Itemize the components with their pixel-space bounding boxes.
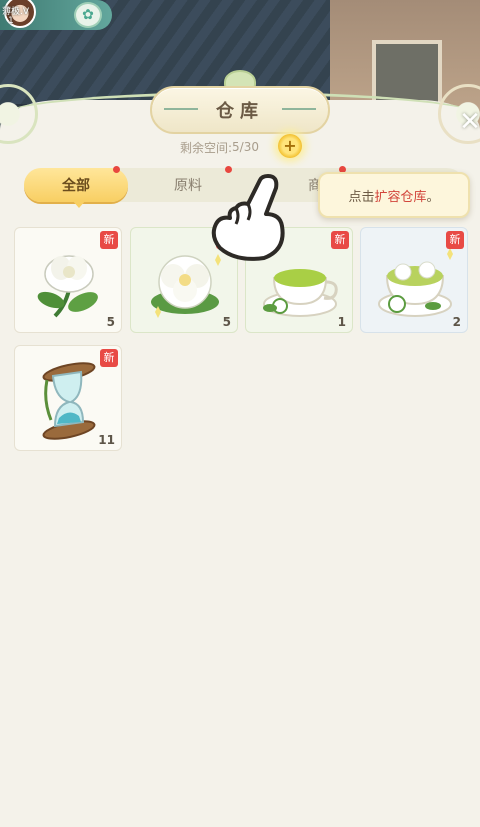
tab-all[interactable]: 全部 — [24, 166, 128, 202]
item-count: 2 — [452, 315, 461, 329]
new-badge: 新 — [100, 231, 118, 249]
notification-dot — [113, 166, 120, 173]
item-count: 1 — [337, 315, 346, 329]
capacity-info: 剩余空间: 5/30 — [180, 138, 259, 156]
new-badge: 新 — [331, 231, 349, 249]
inventory-slot[interactable]: 新 2 — [360, 227, 468, 333]
capacity-value: 5/30 — [232, 140, 259, 154]
tooltip-suffix: 。 — [426, 189, 440, 205]
page-title: 仓库 — [216, 101, 264, 122]
item-count: 5 — [106, 315, 115, 329]
tab-label: 原料 — [174, 178, 202, 194]
flower-tea-cup-icon — [378, 248, 453, 317]
close-icon[interactable]: ✕ — [456, 108, 480, 136]
white-flower-icon — [37, 255, 98, 318]
tutorial-tooltip: 点击 扩容仓库。 — [318, 172, 470, 218]
tab-label: 全部 — [62, 178, 90, 194]
hourglass-icon — [42, 362, 96, 440]
item-count: 5 — [222, 315, 231, 329]
player-level: 1 — [8, 16, 14, 26]
pointing-hand-icon — [211, 174, 285, 261]
player-name: 薄极.V — [2, 7, 30, 17]
inventory-slot[interactable]: 新 5 — [14, 227, 122, 333]
title-banner: 仓库 — [150, 86, 330, 134]
tooltip-highlight: 扩容仓库 — [374, 189, 427, 205]
new-badge: 新 — [100, 349, 118, 367]
tooltip-prefix: 点击 — [348, 189, 375, 205]
clover-icon[interactable]: ✿ — [74, 2, 102, 28]
capacity-label: 剩余空间: — [180, 140, 233, 155]
active-tab-pointer — [72, 200, 86, 208]
inventory-slot[interactable]: 新 11 — [14, 345, 122, 451]
player-info-bar[interactable]: 薄极.V 1 ✿ — [0, 0, 112, 30]
new-badge: 新 — [446, 231, 464, 249]
item-count: 11 — [98, 433, 115, 447]
plus-icon[interactable]: + — [278, 134, 302, 158]
ornament-left — [164, 108, 198, 114]
ornament-right — [282, 108, 316, 114]
